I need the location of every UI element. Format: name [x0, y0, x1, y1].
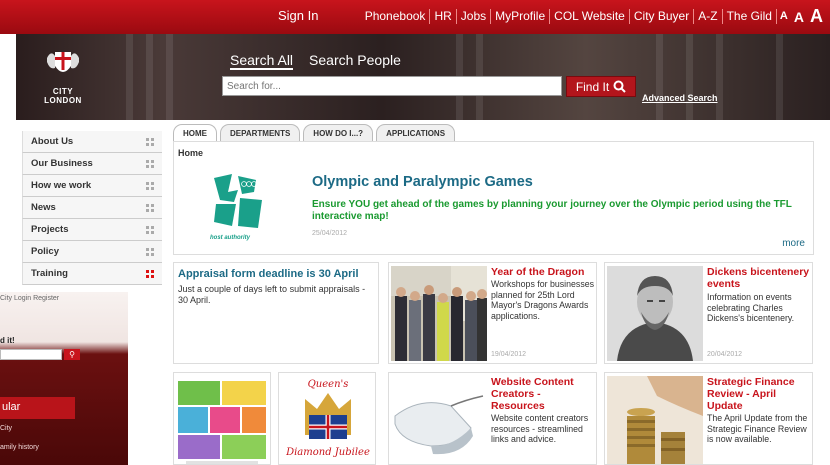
dragon-date: 19/04/2012 — [491, 351, 527, 358]
sidebar-item-projects[interactable]: Projects — [22, 219, 162, 241]
text-size-large[interactable]: A — [807, 6, 826, 27]
coins-hand-image — [607, 376, 703, 464]
group-photo-image — [391, 266, 487, 361]
sidebar-item-label: News — [31, 202, 56, 213]
dragon-card: Year of the Dragon Workshops for busines… — [388, 262, 597, 364]
dickens-card: Dickens bicentenery events Information o… — [604, 262, 813, 364]
dragon-desc: Workshops for businesses planned for 25t… — [491, 279, 595, 321]
search-input[interactable] — [222, 76, 562, 96]
search-people-tab[interactable]: Search People — [309, 52, 401, 70]
sidebar-item-policy[interactable]: Policy — [22, 241, 162, 263]
dickens-title[interactable]: Dickens bicentenery events — [707, 266, 812, 290]
headline-date: 25/04/2012 — [312, 230, 348, 237]
tab-home[interactable]: HOME — [173, 124, 217, 142]
the-gild-link[interactable]: The Gild — [721, 9, 776, 24]
sidebar-item-label: Policy — [31, 246, 59, 257]
text-size-small[interactable]: A — [775, 9, 791, 24]
more-link[interactable]: more — [782, 238, 805, 249]
bg-find-label: d it! — [0, 336, 15, 345]
expand-grid-icon — [146, 137, 154, 146]
website-content-title[interactable]: Website Content Creators - Resources — [491, 376, 596, 412]
puzzle-diagram-image — [178, 381, 266, 464]
jubilee-caption-2: Diamond Jubilee — [285, 447, 370, 458]
headline-link[interactable]: Olympic and Paralympic Games — [312, 174, 533, 190]
bg-search-input[interactable] — [0, 349, 62, 360]
bg-search-icon[interactable]: ⚲ — [64, 349, 80, 360]
a-z-link[interactable]: A-Z — [693, 9, 721, 24]
bg-list-item[interactable]: amily history — [0, 444, 39, 451]
dragon-title[interactable]: Year of the Dragon — [491, 266, 596, 278]
appraisal-title[interactable]: Appraisal form deadline is 30 April — [178, 268, 359, 280]
search-icon — [613, 80, 626, 93]
strategic-finance-card: Strategic Finance Review - April Update … — [604, 372, 813, 465]
top-links: Phonebook HR Jobs MyProfile COL Website … — [361, 6, 826, 27]
strategic-finance-desc: The April Update from the Strategic Fina… — [707, 413, 808, 444]
bg-login-register[interactable]: City Login Register — [0, 295, 59, 302]
phonebook-link[interactable]: Phonebook — [361, 9, 430, 24]
city-of-london-logo[interactable]: CITY LONDON — [38, 48, 88, 105]
london-2012-emblem-icon — [214, 174, 262, 228]
london-2012-logo: host authority — [210, 172, 268, 242]
sidebar-item-news[interactable]: News — [22, 197, 162, 219]
col-website-link[interactable]: COL Website — [549, 9, 629, 24]
strategic-finance-title[interactable]: Strategic Finance Review - April Update — [707, 376, 812, 412]
header-banner: CITY LONDON Search All Search People Fin… — [16, 34, 830, 120]
tab-applications[interactable]: APPLICATIONS — [376, 124, 456, 142]
featured-story-panel: Home host authority Olympic and Paralymp… — [173, 141, 814, 255]
crest-icon — [47, 52, 79, 72]
breadcrumb: Home — [178, 148, 204, 158]
find-it-label: Find It — [575, 79, 610, 94]
myprofile-link[interactable]: MyProfile — [490, 9, 549, 24]
jubilee-crown-image: Queen's Diamond Jubilee — [285, 379, 370, 458]
dickens-portrait-image — [607, 266, 703, 361]
text-size-medium[interactable]: A — [791, 9, 807, 25]
top-nav-bar: Sign In Phonebook HR Jobs MyProfile COL … — [0, 0, 830, 34]
bg-list-item[interactable]: City — [0, 425, 12, 432]
search-tabs: Search All Search People — [230, 52, 401, 70]
expand-grid-icon — [146, 181, 154, 190]
computer-mouse-image — [391, 376, 487, 464]
website-content-desc: Website content creators resources - str… — [491, 413, 589, 444]
sidebar-item-label: Projects — [31, 224, 69, 235]
dickens-desc: Information on events celebrating Charle… — [707, 292, 795, 323]
bg-popular-heading: ular — [0, 397, 75, 419]
tab-departments[interactable]: DEPARTMENTS — [220, 124, 301, 142]
tab-how-do-i[interactable]: HOW DO I...? — [303, 124, 374, 142]
jubilee-caption-1: Queen's — [308, 379, 349, 390]
hr-link[interactable]: HR — [429, 9, 455, 24]
sidebar-item-about-us[interactable]: About Us — [22, 131, 162, 153]
appraisal-desc: Just a couple of days left to submit app… — [178, 284, 366, 305]
advanced-search-link[interactable]: Advanced Search — [642, 93, 718, 103]
background-window: City Login Register d it! ⚲ ular City am… — [0, 292, 128, 465]
expand-grid-icon — [146, 225, 154, 234]
sidebar-item-label: About Us — [31, 136, 74, 147]
headline-description: Ensure YOU get ahead of the games by pla… — [312, 199, 792, 222]
expand-grid-icon — [146, 269, 154, 278]
signin-link[interactable]: Sign In — [278, 8, 318, 23]
search-all-tab[interactable]: Search All — [230, 52, 294, 70]
sidebar-item-training[interactable]: Training — [22, 263, 162, 285]
sidebar-item-label: Our Business — [31, 158, 93, 169]
expand-grid-icon — [146, 159, 154, 168]
sidebar-item-label: Training — [31, 268, 68, 279]
sidebar-nav: About Us Our Business How we work News P… — [22, 131, 162, 285]
sidebar-item-how-we-work[interactable]: How we work — [22, 175, 162, 197]
dickens-date: 20/04/2012 — [707, 351, 743, 358]
logo-line-2: LONDON — [44, 96, 82, 105]
logo-line-1: CITY — [52, 87, 74, 96]
puzzle-card — [173, 372, 271, 465]
city-buyer-link[interactable]: City Buyer — [628, 9, 693, 24]
website-content-card: Website Content Creators - Resources Web… — [388, 372, 597, 465]
sidebar-item-label: How we work — [31, 180, 92, 191]
jubilee-card: Queen's Diamond Jubilee — [278, 372, 376, 465]
appraisal-card: Appraisal form deadline is 30 April Just… — [173, 262, 379, 364]
logo-caption: host authority — [210, 235, 250, 241]
jobs-link[interactable]: Jobs — [455, 9, 490, 24]
main-tabs: HOME DEPARTMENTS HOW DO I...? APPLICATIO… — [173, 124, 456, 142]
expand-grid-icon — [146, 203, 154, 212]
find-it-button[interactable]: Find It — [566, 76, 636, 97]
expand-grid-icon — [146, 247, 154, 256]
sidebar-item-our-business[interactable]: Our Business — [22, 153, 162, 175]
